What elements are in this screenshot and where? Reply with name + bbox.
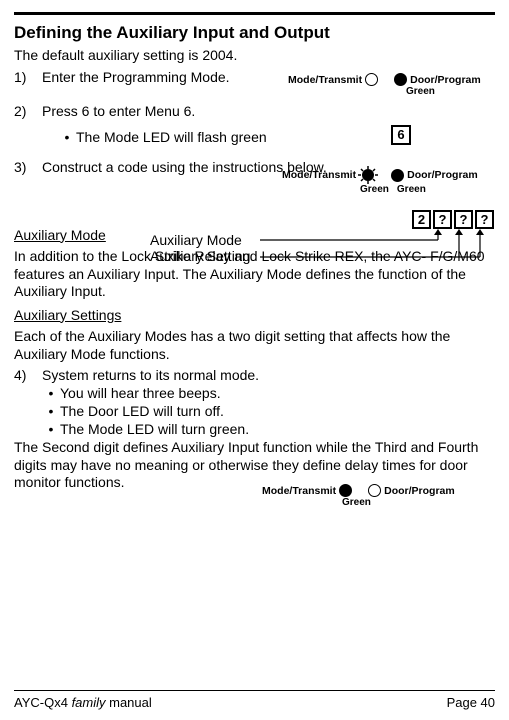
page-title: Defining the Auxiliary Input and Output [14,23,495,43]
code-boxes: 2 ? ? ? [412,210,494,229]
step-2-num: 2) [14,103,42,119]
bullet-icon: • [42,385,60,401]
step-2: 2) Press 6 to enter Menu 6. [14,103,495,119]
green-label-3: Green [342,497,371,508]
step-4-b3: The Mode LED will turn green. [60,421,249,437]
step-4-num: 4) [14,367,42,383]
aux-settings-heading: Auxiliary Settings [14,307,495,325]
code-digit-3: ? [454,210,473,229]
mode-transmit-label-3: Mode/Transmit [262,485,336,497]
intro-text: The default auxiliary setting is 2004. [14,47,495,65]
bullet-icon: • [42,403,60,419]
mode-led-flash-icon [358,166,378,184]
door-led-circle-3 [368,484,381,497]
door-program-label: Door/Program [410,74,481,86]
door-led-circle [394,73,407,86]
aux-setting-label: Auxiliary Setting [150,248,250,264]
step-2-text: Press 6 to enter Menu 6. [42,103,495,119]
step-4-b2: The Door LED will turn off. [60,403,224,419]
key-6: 6 [391,125,411,145]
bullet-icon: • [42,421,60,437]
green-label: Green [406,86,435,97]
mode-transmit-label-2: Mode/Transmit [282,169,356,181]
mode-led-circle-3 [339,484,352,497]
footer-brand: AYC-Qx4 [14,695,72,710]
green-label-2a: Green [360,184,389,195]
step-2-bullet: The Mode LED will flash green [76,129,267,145]
footer-family: family [72,695,106,710]
aux-labels: Auxiliary Mode Auxiliary Setting [150,232,250,264]
footer-left: AYC-Qx4 family manual [14,695,152,710]
bullet-icon: • [58,129,76,145]
footer-rule [14,690,495,691]
aux-mode-body: In addition to the Lock Strike Relay and… [14,248,495,301]
code-digit-1: 2 [412,210,431,229]
code-digit-4: ? [475,210,494,229]
step-4-b1: You will hear three beeps. [60,385,221,401]
aux-mode-heading: Auxiliary Mode [14,227,495,245]
door-program-label-3: Door/Program [384,485,455,497]
code-digit-2: ? [433,210,452,229]
step-4-bullets: • You will hear three beeps. • The Door … [42,385,495,437]
footer-page: Page 40 [447,695,495,710]
page: Defining the Auxiliary Input and Output … [0,0,509,720]
led-indicator-2: Mode/Transmit Door/Program Green Green [282,166,478,195]
step-2-sub: • The Mode LED will flash green [58,129,495,145]
footer-manual: manual [106,695,152,710]
aux-settings-body: Each of the Auxiliary Modes has a two di… [14,328,495,363]
step-3-num: 3) [14,159,42,175]
mode-led-circle [365,73,378,86]
aux-mode-label: Auxiliary Mode [150,232,250,248]
step-4-text: System returns to its normal mode. [42,367,495,383]
mode-transmit-label: Mode/Transmit [288,74,362,86]
door-program-label-2: Door/Program [407,169,478,181]
door-led-circle-2 [391,169,404,182]
step-1-num: 1) [14,69,42,85]
green-label-2b: Green [397,184,426,195]
led-indicator-1: Mode/Transmit Door/Program Green [288,73,481,97]
step-1-text: Enter the Programming Mode. [42,69,272,85]
led-indicator-3: Mode/Transmit Door/Program Green [262,484,455,508]
top-rule [14,12,495,15]
step-4: 4) System returns to its normal mode. [14,367,495,383]
footer: AYC-Qx4 family manual Page 40 [14,690,495,710]
